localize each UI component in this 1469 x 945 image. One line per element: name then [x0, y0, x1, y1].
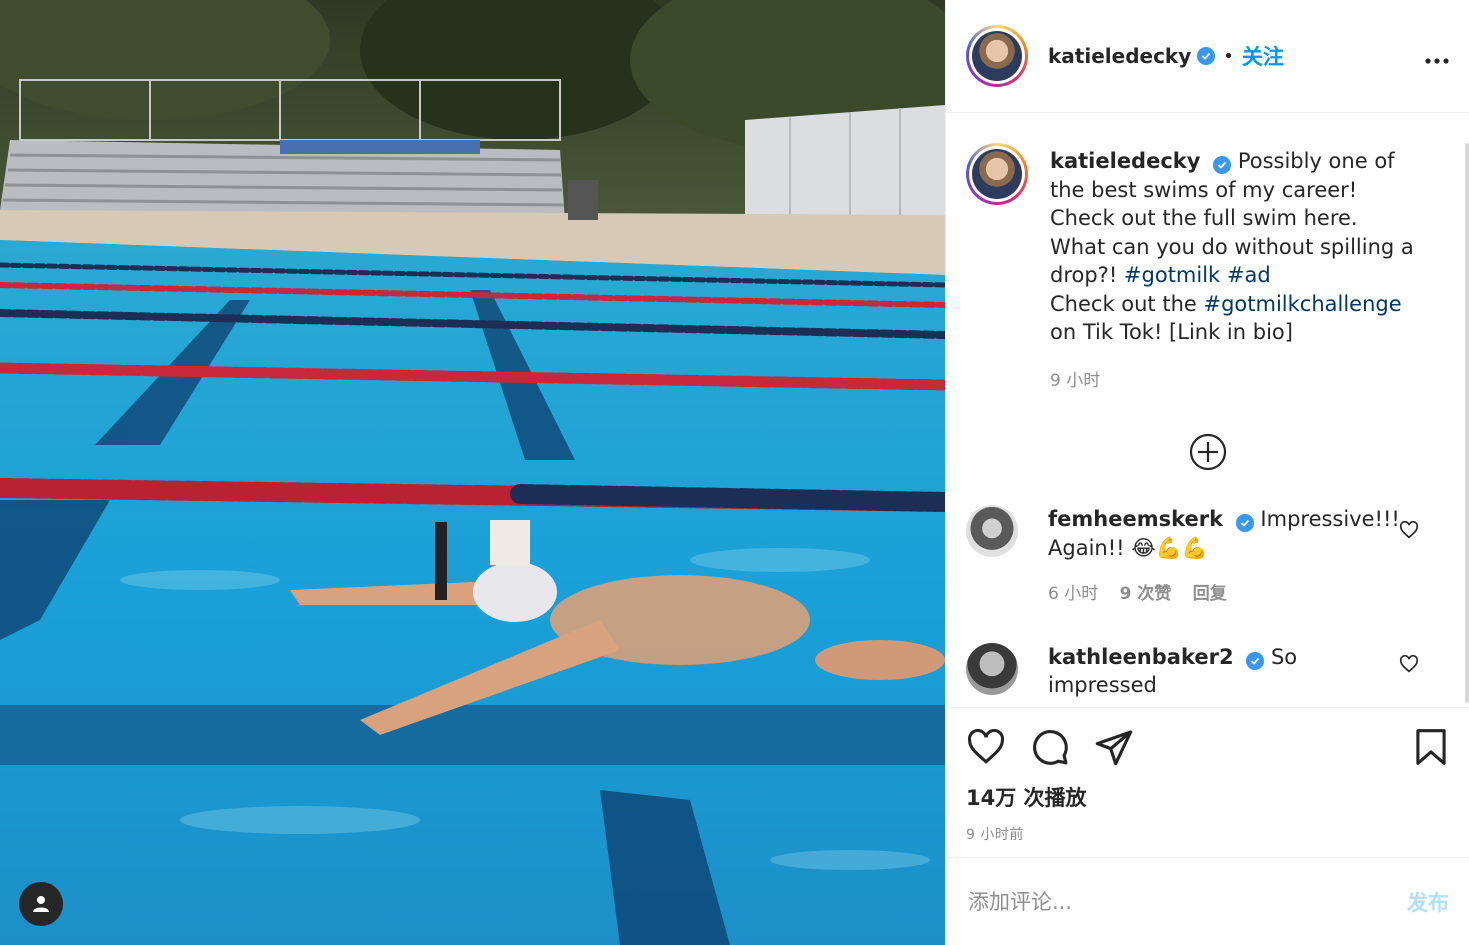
comments-list[interactable]: katieledecky Possibly one of the best sw…: [946, 113, 1469, 707]
caption: katieledecky Possibly one of the best sw…: [966, 143, 1449, 395]
user-tag-button[interactable]: [19, 882, 63, 926]
like-comment-heart-icon[interactable]: [1399, 520, 1419, 543]
more-options-icon[interactable]: [1425, 42, 1449, 70]
caption-username[interactable]: katieledecky: [1050, 149, 1200, 173]
bookmark-icon[interactable]: [1413, 727, 1449, 767]
follow-button[interactable]: 关注: [1242, 41, 1284, 71]
caption-text: Check out the: [1050, 291, 1204, 316]
comment-item: femheemskerk Impressive!!! Again!! 😂💪💪 6…: [966, 505, 1449, 609]
commenter-username[interactable]: femheemskerk: [1048, 507, 1223, 531]
heart-icon[interactable]: [966, 729, 1006, 765]
author-avatar[interactable]: [966, 25, 1028, 87]
caption-avatar[interactable]: [966, 143, 1028, 205]
load-more-icon: [1189, 433, 1226, 471]
load-more-button[interactable]: [966, 433, 1449, 471]
reply-button[interactable]: 回复: [1193, 584, 1227, 604]
pool-scene: [0, 0, 945, 945]
post-timestamp[interactable]: 9 小时前: [966, 824, 1449, 844]
comment-input[interactable]: [966, 888, 1407, 915]
separator-dot: •: [1223, 45, 1234, 67]
commenter-username[interactable]: kathleenbaker2: [1048, 645, 1234, 669]
hashtag-link[interactable]: #ad: [1227, 263, 1271, 287]
add-comment-bar: 发布: [946, 857, 1469, 945]
post-comment-button[interactable]: 发布: [1407, 887, 1449, 917]
like-comment-heart-icon[interactable]: [1399, 654, 1419, 677]
verified-icon: [1246, 651, 1265, 670]
comment-likes[interactable]: 9 次赞: [1120, 584, 1172, 604]
post-header: katieledecky • 关注: [946, 0, 1469, 113]
comment-item: kathleenbaker2 So impressed: [966, 642, 1449, 700]
hashtag-link[interactable]: #gotmilkchallenge: [1203, 292, 1401, 316]
post-video[interactable]: [0, 0, 945, 945]
comments-scrollbar[interactable]: [1465, 143, 1469, 703]
user-tag-icon: [33, 896, 49, 912]
verified-icon: [1235, 514, 1254, 532]
comment-time[interactable]: 6 小时: [1048, 584, 1098, 604]
post-actions: 14万 次播放 9 小时前: [946, 707, 1469, 857]
hashtag-link[interactable]: #gotmilk: [1124, 263, 1220, 287]
commenter-avatar[interactable]: [966, 642, 1018, 695]
comment-icon[interactable]: [1030, 727, 1070, 767]
verified-icon: [1213, 156, 1232, 174]
share-icon[interactable]: [1094, 727, 1134, 767]
commenter-avatar[interactable]: [966, 505, 1018, 557]
post-sidebar: katieledecky • 关注 katieledecky Possibly: [945, 0, 1469, 945]
caption-time[interactable]: 9 小时: [1050, 371, 1100, 391]
verified-icon: [1197, 47, 1216, 65]
view-count[interactable]: 14万 次播放: [966, 782, 1449, 812]
caption-text: on Tik Tok! [Link in bio]: [1050, 320, 1293, 344]
author-username[interactable]: katieledecky: [1048, 44, 1191, 68]
